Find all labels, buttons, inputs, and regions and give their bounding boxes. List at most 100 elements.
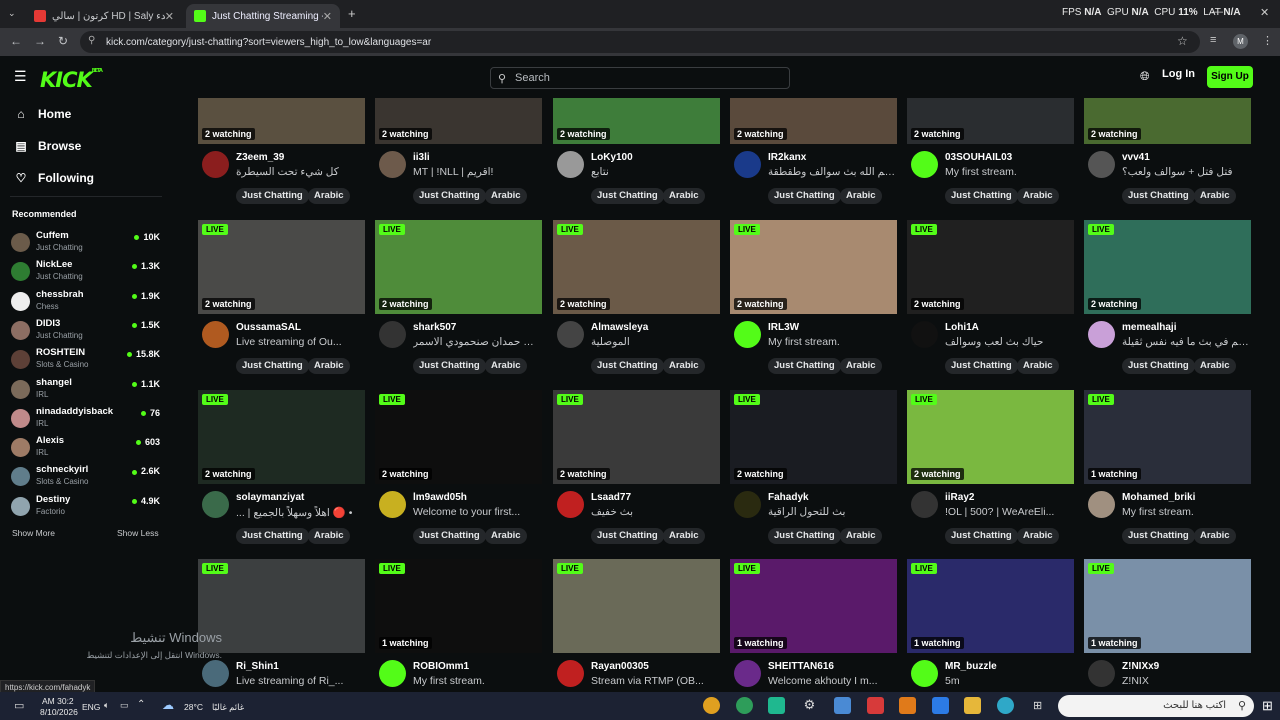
chrome-active-icon[interactable] <box>736 697 753 714</box>
avatar[interactable] <box>379 151 406 178</box>
avatar[interactable] <box>734 491 761 518</box>
stream-card[interactable]: LIVE 2 watching memealhaji حياكم في بث ما… <box>1084 220 1251 380</box>
stream-thumbnail[interactable]: LIVE 2 watching <box>198 390 365 484</box>
tag-just-chatting[interactable]: Just Chatting <box>768 188 841 204</box>
stream-thumbnail[interactable]: LIVE 2 watching <box>553 220 720 314</box>
app-orange-icon[interactable] <box>899 697 916 714</box>
avatar[interactable] <box>557 660 584 687</box>
close-tab-icon[interactable]: ✕ <box>165 10 174 23</box>
stream-card[interactable]: LIVE 1 watching Mohamed_briki My first st… <box>1084 390 1251 550</box>
avatar[interactable] <box>911 321 938 348</box>
stream-title[interactable]: Welcome to your first... <box>413 506 541 518</box>
stream-thumbnail[interactable]: LIVE 2 watching <box>1084 220 1251 314</box>
tag-just-chatting[interactable]: Just Chatting <box>591 188 664 204</box>
tag-just-chatting[interactable]: Just Chatting <box>1122 188 1195 204</box>
channel-name[interactable]: lm9awd05h <box>413 492 467 503</box>
hamburger-menu-icon[interactable]: ☰ <box>14 68 27 85</box>
stream-thumbnail[interactable]: LIVE <box>198 559 365 653</box>
stream-card[interactable]: LIVE 2 watching iiRay2 !OL | 500? | WeAre… <box>907 390 1074 550</box>
channel-name[interactable]: solaymanziyat <box>236 492 304 503</box>
avatar[interactable] <box>911 151 938 178</box>
avatar[interactable] <box>202 321 229 348</box>
stream-card[interactable]: 2 watching IR2kanx حياكم الله بث سوالف و… <box>730 98 897 210</box>
stream-thumbnail[interactable]: LIVE <box>553 559 720 653</box>
avatar[interactable] <box>379 321 406 348</box>
stream-thumbnail[interactable]: 2 watching <box>907 98 1074 144</box>
stream-thumbnail[interactable]: LIVE 1 watching <box>1084 559 1251 653</box>
stream-title[interactable]: ذبايف حمدان صنحمودي الاسمر... <box>413 336 541 348</box>
stream-title[interactable]: My first stream. <box>1122 506 1250 518</box>
stream-card[interactable]: LIVE 1 watching SHEITTAN616 Welcome akhou… <box>730 559 897 692</box>
input-language[interactable]: ENG <box>82 702 100 712</box>
avatar[interactable] <box>1088 491 1115 518</box>
avatar[interactable] <box>911 660 938 687</box>
channel-name[interactable]: shark507 <box>413 322 456 333</box>
stream-title[interactable]: Stream via RTMP (OB... <box>591 675 719 687</box>
tag-arabic[interactable]: Arabic <box>1194 188 1236 204</box>
recommended-channel[interactable]: schneckyirl Slots & Casino 2.6K <box>10 462 160 488</box>
channel-name[interactable]: Lohi1A <box>945 322 979 333</box>
new-tab-button[interactable]: + <box>348 6 356 21</box>
url-bar[interactable]: ⚲ kick.com/category/just-chatting?sort=v… <box>80 31 1200 53</box>
sidebar-item-browse[interactable]: ▤ Browse <box>14 139 81 153</box>
tag-just-chatting[interactable]: Just Chatting <box>236 528 309 544</box>
tag-just-chatting[interactable]: Just Chatting <box>413 188 486 204</box>
stream-title[interactable]: MT | !NLL | اقريم! <box>413 166 541 178</box>
stream-thumbnail[interactable]: LIVE 2 watching <box>198 220 365 314</box>
search-input[interactable]: ⚲ Search <box>490 67 790 89</box>
back-icon[interactable]: ← <box>10 34 22 48</box>
language-globe-icon[interactable]: 🌐︎ <box>1140 69 1150 84</box>
avatar[interactable] <box>1088 151 1115 178</box>
stream-card[interactable]: 2 watching 03SOUHAIL03 My first stream. J… <box>907 98 1074 210</box>
stream-title[interactable]: كل شيء تحت السيطرة <box>236 166 364 178</box>
tag-arabic[interactable]: Arabic <box>1194 528 1236 544</box>
channel-name[interactable]: MR_buzzle <box>945 661 997 672</box>
avatar[interactable] <box>734 151 761 178</box>
channel-name[interactable]: ROBIOmm1 <box>413 661 469 672</box>
store-icon[interactable] <box>834 697 851 714</box>
tag-arabic[interactable]: Arabic <box>1017 188 1059 204</box>
stream-title[interactable]: حياكم الله بث سوالف وطقطقة <box>768 166 896 178</box>
tag-arabic[interactable]: Arabic <box>1194 358 1236 374</box>
show-more-link[interactable]: Show More <box>12 528 55 538</box>
stream-card[interactable]: 2 watching LoKy100 نتابع Just Chatting Ar… <box>553 98 720 210</box>
tag-just-chatting[interactable]: Just Chatting <box>591 358 664 374</box>
tag-just-chatting[interactable]: Just Chatting <box>236 188 309 204</box>
login-button[interactable]: Log In <box>1162 68 1195 80</box>
tag-just-chatting[interactable]: Just Chatting <box>945 358 1018 374</box>
weather-temp[interactable]: 28°C <box>184 702 203 712</box>
stream-thumbnail[interactable]: 2 watching <box>375 98 542 144</box>
channel-name[interactable]: iiRay2 <box>945 492 974 503</box>
recommended-channel[interactable]: NickLee Just Chatting 1.3K <box>10 257 160 283</box>
avatar[interactable] <box>379 660 406 687</box>
tag-arabic[interactable]: Arabic <box>840 188 882 204</box>
stream-thumbnail[interactable]: LIVE 2 watching <box>375 220 542 314</box>
stream-title[interactable]: My first stream. <box>413 675 541 687</box>
window-minimize-icon[interactable]: — <box>1212 6 1223 18</box>
avatar[interactable] <box>557 491 584 518</box>
reload-icon[interactable]: ↻ <box>58 34 68 48</box>
avatar[interactable] <box>202 151 229 178</box>
settings-icon[interactable]: ⚙ <box>801 697 818 714</box>
tag-just-chatting[interactable]: Just Chatting <box>413 358 486 374</box>
tag-just-chatting[interactable]: Just Chatting <box>413 528 486 544</box>
avatar[interactable] <box>202 660 229 687</box>
tag-just-chatting[interactable]: Just Chatting <box>768 528 841 544</box>
tab-kick[interactable]: Just Chatting Streaming - Live S... ✕ <box>186 4 340 28</box>
recommended-channel[interactable]: chessbrah Chess 1.9K <box>10 287 160 313</box>
tag-arabic[interactable]: Arabic <box>663 358 705 374</box>
tab-list-icon[interactable]: ⌄ <box>8 8 16 19</box>
channel-name[interactable]: ii3li <box>413 152 430 163</box>
stream-title[interactable]: Live streaming of Ri_... <box>236 675 364 687</box>
file-explorer-icon[interactable] <box>964 697 981 714</box>
channel-name[interactable]: Ri_Shin1 <box>236 661 279 672</box>
tray-expand-icon[interactable]: ⌃ <box>137 699 145 710</box>
windows-start-icon[interactable]: ⊞ <box>1262 698 1273 714</box>
channel-name[interactable]: Z3eem_39 <box>236 152 284 163</box>
tag-arabic[interactable]: Arabic <box>663 188 705 204</box>
recommended-channel[interactable]: ninadaddyisback IRL 76 <box>10 404 160 430</box>
recommended-channel[interactable]: Destiny Factorio 4.9K <box>10 492 160 518</box>
stream-thumbnail[interactable]: LIVE 1 watching <box>907 559 1074 653</box>
stream-thumbnail[interactable]: 2 watching <box>730 98 897 144</box>
notification-icon[interactable]: ▭ <box>14 699 24 712</box>
